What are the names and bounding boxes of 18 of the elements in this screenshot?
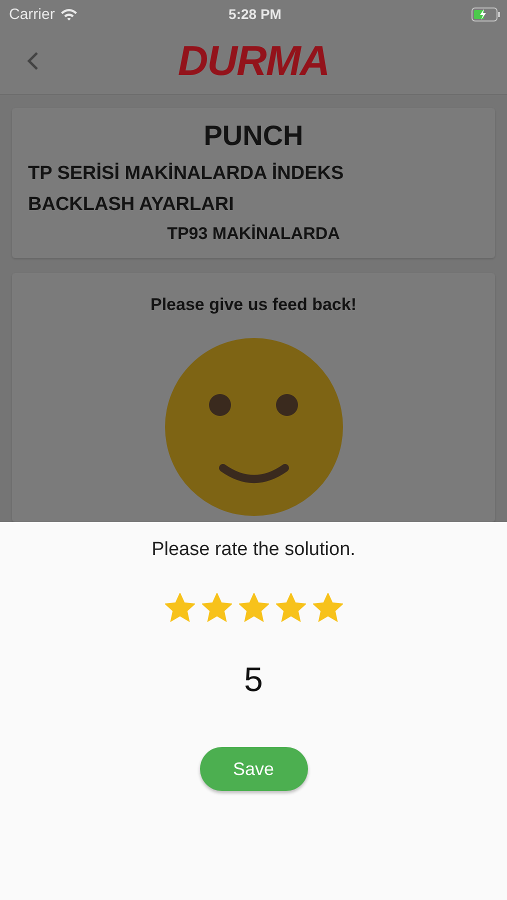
star-icon[interactable] — [238, 593, 268, 623]
feedback-heading: Please give us feed back! — [150, 295, 356, 315]
category-title: PUNCH — [202, 120, 304, 152]
smiley-face-icon — [164, 338, 342, 516]
star-icon[interactable] — [312, 593, 342, 623]
star-icon[interactable] — [276, 593, 306, 623]
back-button[interactable] — [26, 51, 40, 71]
star-icon[interactable] — [202, 593, 232, 623]
wifi-icon — [60, 8, 78, 20]
document-title: TP SERİSİ MAKİNALARDA İNDEKS BACKLASH AYARLARI — [28, 162, 345, 217]
star-icon[interactable] — [164, 593, 194, 623]
carrier-label: Carrier — [9, 6, 55, 22]
rating-prompt: Please rate the solution. — [152, 539, 356, 561]
clock-time: 5:28 PM — [228, 6, 282, 22]
brand-logo: DURMA — [178, 37, 330, 85]
rating-value: 5 — [244, 661, 263, 700]
document-subtitle: TP93 MAKİNALARDA — [166, 224, 341, 244]
save-button[interactable]: Save — [200, 747, 308, 791]
